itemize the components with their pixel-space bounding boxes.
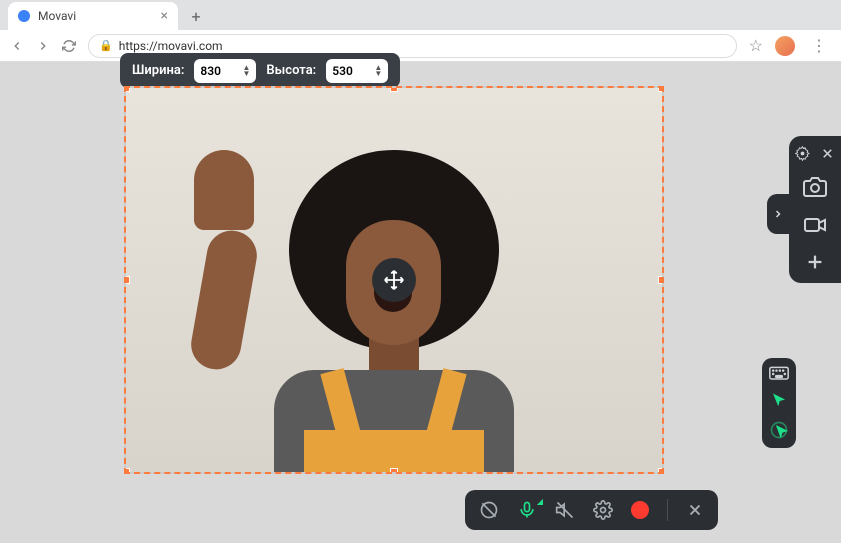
height-stepper[interactable]: ▲▼ (374, 65, 382, 77)
width-value: 830 (200, 64, 221, 78)
video-record-tool-icon[interactable] (803, 213, 827, 237)
cursor-highlight-icon[interactable] (770, 392, 788, 410)
resize-handle-mr[interactable] (658, 276, 664, 284)
webcam-toggle-icon[interactable] (479, 500, 499, 520)
effects-panel (762, 358, 796, 448)
lock-icon: 🔒 (99, 39, 113, 52)
resize-handle-tr[interactable] (658, 86, 664, 92)
tab-title: Movavi (38, 9, 76, 23)
resize-handle-bl[interactable] (124, 468, 130, 474)
keyboard-overlay-icon[interactable] (769, 366, 789, 382)
settings-icon[interactable] (593, 500, 613, 520)
height-value: 530 (332, 64, 353, 78)
move-handle[interactable] (372, 258, 416, 302)
microphone-toggle-icon[interactable]: ◢ (517, 500, 537, 520)
close-toolbar-icon[interactable] (686, 501, 704, 519)
back-button[interactable] (10, 39, 24, 53)
record-button[interactable] (631, 501, 649, 519)
forward-button[interactable] (36, 39, 50, 53)
toolbar-divider (667, 499, 668, 521)
panel-close-icon[interactable] (820, 146, 835, 161)
favicon-icon (18, 10, 30, 22)
resize-handle-br[interactable] (658, 468, 664, 474)
url-text: https://movavi.com (119, 39, 223, 53)
browser-tab[interactable]: Movavi × (8, 2, 178, 30)
tools-panel (789, 136, 841, 283)
width-label: Ширина: (132, 63, 184, 78)
width-stepper[interactable]: ▲▼ (243, 65, 251, 77)
profile-avatar[interactable] (775, 36, 795, 56)
new-tab-button[interactable]: + (186, 6, 206, 26)
browser-menu-icon[interactable]: ⋮ (807, 36, 831, 55)
height-input[interactable]: 530 ▲▼ (326, 59, 388, 83)
browser-tab-bar: Movavi × + (0, 0, 841, 30)
height-label: Высота: (266, 63, 316, 78)
bookmark-icon[interactable]: ☆ (749, 36, 763, 55)
close-tab-icon[interactable]: × (161, 8, 168, 24)
resize-handle-ml[interactable] (124, 276, 130, 284)
system-audio-toggle-icon[interactable] (555, 500, 575, 520)
resize-handle-bm[interactable] (390, 468, 398, 474)
add-tool-icon[interactable] (804, 251, 826, 273)
collapse-panel-button[interactable] (767, 194, 789, 234)
reload-button[interactable] (62, 39, 76, 53)
resize-handle-tm[interactable] (390, 86, 398, 92)
capture-region[interactable] (124, 86, 664, 474)
panel-settings-icon[interactable] (795, 146, 810, 161)
width-input[interactable]: 830 ▲▼ (194, 59, 256, 83)
click-effect-icon[interactable] (769, 420, 789, 440)
screenshot-tool-icon[interactable] (803, 175, 827, 199)
mic-active-indicator: ◢ (537, 497, 543, 506)
dimensions-toolbar[interactable]: Ширина: 830 ▲▼ Высота: 530 ▲▼ (120, 53, 400, 88)
resize-handle-tl[interactable] (124, 86, 130, 92)
recording-toolbar: ◢ (465, 490, 718, 530)
